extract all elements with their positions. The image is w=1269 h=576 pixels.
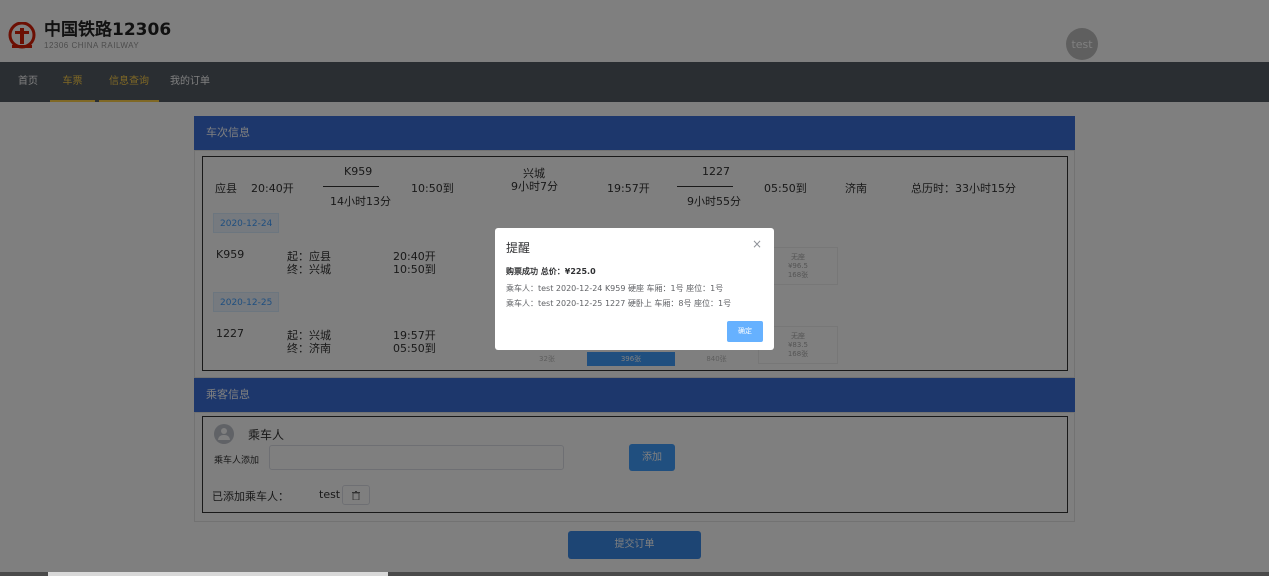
bottom-bar-segment	[48, 572, 388, 576]
close-icon[interactable]: ×	[752, 237, 762, 251]
dialog-message-ticket-2: 乘车人：test 2020-12-25 1227 硬卧上 车厢：8号 座位：1号	[506, 299, 732, 308]
dialog-message-ticket-1: 乘车人：test 2020-12-24 K959 硬座 车厢：1号 座位：1号	[506, 284, 724, 293]
dialog-confirm-button[interactable]: 确定	[727, 321, 763, 342]
dialog-message-total: 购票成功 总价：¥225.0	[506, 267, 596, 276]
alert-dialog: 提醒 × 购票成功 总价：¥225.0 乘车人：test 2020-12-24 …	[495, 228, 774, 350]
dialog-title: 提醒	[506, 241, 531, 255]
